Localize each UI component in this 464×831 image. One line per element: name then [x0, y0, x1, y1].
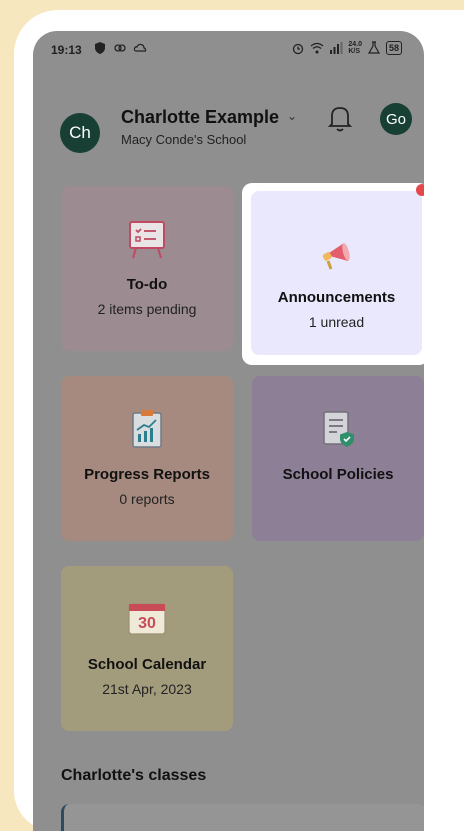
progress-reports-title: Progress Reports [84, 466, 210, 483]
progress-reports-subtitle: 0 reports [119, 491, 175, 507]
todo-tile[interactable]: To-do 2 items pending [61, 186, 233, 351]
bell-icon[interactable] [327, 103, 353, 133]
status-bar: 19:13 24.0 K/S 58 [33, 31, 424, 71]
signal-icon [330, 42, 343, 54]
calendar-day-number: 30 [138, 615, 156, 632]
clipboard-chart-icon [132, 410, 162, 448]
cloud-icon [133, 43, 147, 52]
battery-indicator: 58 [385, 41, 402, 55]
status-left-icons [93, 41, 147, 55]
announcements-title: Announcements [277, 289, 396, 306]
network-unit: K/S [348, 48, 361, 55]
announcements-subtitle: 1 unread [308, 314, 365, 330]
megaphone-icon [322, 243, 350, 270]
school-policies-tile[interactable]: School Policies [252, 376, 424, 541]
school-policies-title: School Policies [282, 466, 394, 483]
header: Ch Charlotte Example ⌄ Macy Conde's Scho… [33, 101, 424, 161]
alarm-icon [293, 43, 304, 55]
calendar-icon: 30 [128, 603, 166, 635]
link-icon [114, 44, 126, 52]
wifi-icon [310, 42, 324, 54]
school-calendar-tile[interactable]: 30 School Calendar 21st Apr, 2023 [61, 566, 233, 731]
todo-subtitle: 2 items pending [97, 301, 197, 317]
class-card[interactable] [61, 804, 424, 831]
chevron-down-icon[interactable]: ⌄ [287, 109, 297, 123]
school-calendar-title: School Calendar [87, 656, 207, 673]
flask-icon [367, 41, 381, 54]
speed-indicator-icon: 24.0 K/S [348, 41, 362, 55]
school-calendar-subtitle: 21st Apr, 2023 [102, 681, 192, 697]
network-speed: 24.0 [348, 41, 362, 48]
user-avatar[interactable]: Ch [60, 113, 100, 153]
checklist-board-icon [129, 221, 165, 259]
status-time: 19:13 [51, 43, 82, 57]
todo-title: To-do [126, 276, 168, 293]
classes-heading: Charlotte's classes [61, 767, 207, 784]
shield-icon [95, 42, 105, 54]
user-name[interactable]: Charlotte Example [121, 107, 279, 128]
school-name: Macy Conde's School [121, 132, 247, 147]
secondary-avatar[interactable]: Go [380, 103, 412, 135]
unread-badge [416, 184, 424, 196]
progress-reports-tile[interactable]: Progress Reports 0 reports [61, 376, 233, 541]
app-screen: 19:13 24.0 K/S 58 Ch Charlotte Example ⌄… [33, 31, 424, 831]
status-right-icons: 24.0 K/S 58 [291, 41, 402, 55]
document-shield-icon [323, 411, 354, 447]
announcements-tile[interactable]: Announcements 1 unread [251, 191, 422, 355]
